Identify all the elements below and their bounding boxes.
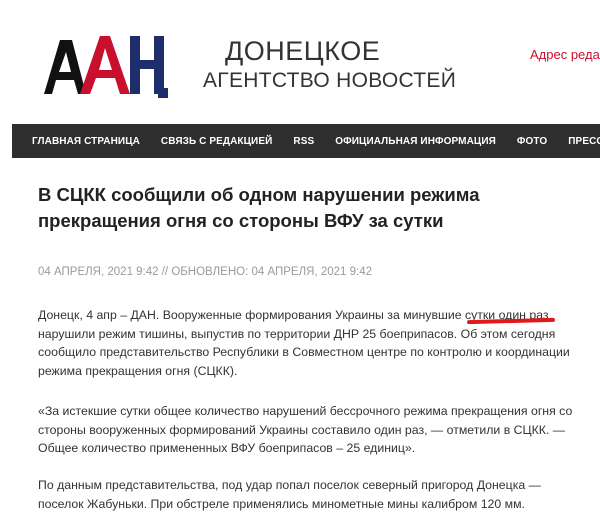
article-paragraph-3: По данным представительства, под удар по… (38, 478, 541, 511)
article: В СЦКК сообщили об одном нарушении режим… (12, 158, 600, 524)
nav-item-press-center[interactable]: ПРЕСС-ЦЕНТР (547, 136, 600, 147)
nav-item-photo[interactable]: ФОТО (496, 136, 547, 147)
brand-title: ДОНЕЦКОЕ (225, 36, 381, 66)
nav-item-contact[interactable]: СВЯЗЬ С РЕДАКЦИЕЙ (140, 136, 272, 147)
brand-subtitle: АГЕНТСТВО НОВОСТЕЙ (203, 69, 457, 92)
article-title: В СЦКК сообщили об одном нарушении режим… (38, 184, 480, 231)
article-paragraph-1: Донецк, 4 апр – ДАН. Вооруженные формиро… (38, 308, 570, 378)
main-nav: ГЛАВНАЯ СТРАНИЦА СВЯЗЬ С РЕДАКЦИЕЙ RSS О… (12, 124, 600, 158)
nav-item-official[interactable]: ОФИЦИАЛЬНАЯ ИНФОРМАЦИЯ (314, 136, 496, 147)
nav-item-rss[interactable]: RSS (272, 136, 314, 147)
article-paragraph-2: «За истекшие сутки общее количество нару… (38, 404, 573, 455)
address-link[interactable]: Адрес реда (530, 47, 600, 62)
nav-item-home[interactable]: ГЛАВНАЯ СТРАНИЦА (12, 136, 140, 147)
dan-logo[interactable] (40, 28, 170, 100)
article-meta: 04 АПРЕЛЯ, 2021 9:42 // ОБНОВЛЕНО: 04 АП… (38, 266, 372, 278)
site-header: ДОНЕЦКОЕ АГЕНТСТВО НОВОСТЕЙ Адрес реда (0, 0, 600, 124)
